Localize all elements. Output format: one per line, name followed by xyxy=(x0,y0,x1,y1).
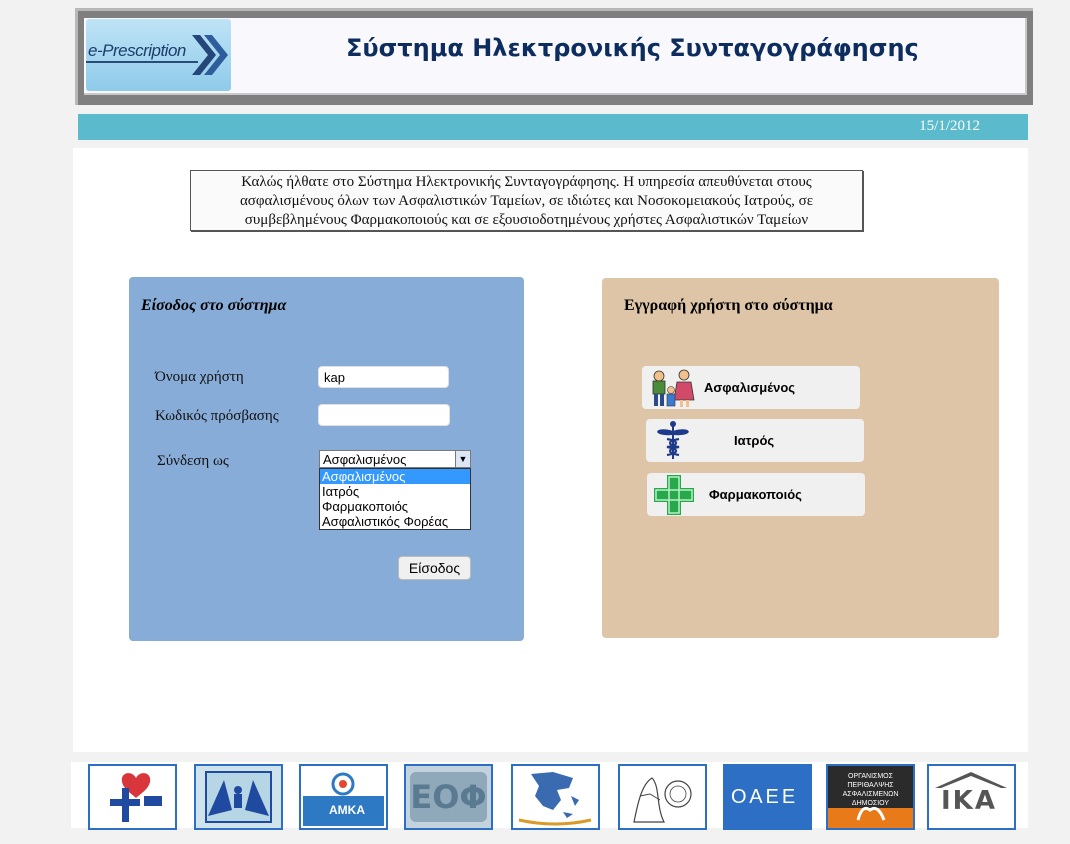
role-selected-value: Ασφαλισμένος xyxy=(323,452,407,467)
social-security-logo[interactable] xyxy=(194,764,283,830)
medical-cross-logo-icon xyxy=(110,773,162,822)
login-title: Είσοδος στο σύστημα xyxy=(141,297,287,314)
pharmacy-cross-icon xyxy=(654,475,694,515)
page-title: Σύστημα Ηλεκτρονικής Συνταγογράφησης xyxy=(346,34,919,62)
register-pharmacist-button[interactable]: Φαρμακοποιός xyxy=(647,473,865,516)
username-label: Όνομα χρήστη xyxy=(155,369,244,385)
e-prescription-logo: e-Prescription xyxy=(86,19,231,91)
register-panel: Εγγραφή χρήστη στο σύστημα Ασφαλισμένος xyxy=(602,278,999,638)
login-button[interactable]: Είσοδος xyxy=(398,556,471,580)
password-input[interactable] xyxy=(318,404,450,426)
medical-association-logo[interactable] xyxy=(511,764,600,830)
pharmacists-association-logo[interactable] xyxy=(618,764,707,830)
logo-underline xyxy=(86,61,198,63)
register-doctor-label: Ιατρός xyxy=(734,433,775,448)
oaee-logo-text: ΟΑΕΕ xyxy=(731,786,799,808)
greece-map-icon xyxy=(518,772,592,826)
role-option-doctor[interactable]: Ιατρός xyxy=(320,484,470,499)
header-inner: e-Prescription Σύστημα Ηλεκτρονικής Συντ… xyxy=(84,18,1027,95)
register-pharmacist-label: Φαρμακοποιός xyxy=(709,487,802,502)
opad-logo[interactable]: ΟΡΓΑΝΙΣΜΟΣ ΠΕΡΙΘΑΛΨΗΣ ΑΣΦΑΛΙΣΜΕΝΩΝ ΔΗΜΟΣ… xyxy=(826,764,915,830)
role-option-insurance-body[interactable]: Ασφαλιστικός Φορέας xyxy=(320,514,470,529)
eof-logo[interactable]: ΕΟΦ xyxy=(404,764,493,830)
register-doctor-button[interactable]: Ιατρός xyxy=(646,419,864,462)
header-banner: e-Prescription Σύστημα Ηλεκτρονικής Συντ… xyxy=(75,8,1033,105)
password-label: Κωδικός πρόσβασης xyxy=(155,408,279,424)
ika-logo-text: ΙΚΑ xyxy=(941,786,997,816)
family-icon xyxy=(652,369,695,407)
amka-logo-text: ΑΜΚΑ xyxy=(329,803,365,817)
role-option-insured[interactable]: Ασφαλισμένος xyxy=(320,469,470,484)
date-bar: 15/1/2012 xyxy=(78,114,1028,140)
ika-logo[interactable]: ΙΚΑ xyxy=(927,764,1016,830)
register-title: Εγγραφή χρήστη στο σύστημα xyxy=(624,297,833,314)
welcome-line: ασφαλισμένους όλων των Ασφαλιστικών Ταμε… xyxy=(239,193,814,209)
oaee-logo[interactable]: ΟΑΕΕ xyxy=(723,764,812,830)
role-dropdown-list: Ασφαλισμένος Ιατρός Φαρμακοποιός Ασφαλισ… xyxy=(319,468,471,530)
username-input[interactable]: kap xyxy=(318,366,449,388)
eof-logo-text: ΕΟΦ xyxy=(410,772,487,822)
role-label: Σύνδεση ως xyxy=(157,453,229,469)
role-option-pharmacist[interactable]: Φαρμακοποιός xyxy=(320,499,470,514)
amka-globe-icon xyxy=(303,772,384,826)
logo-text: e-Prescription xyxy=(88,41,186,60)
role-select[interactable]: Ασφαλισμένος ▼ xyxy=(319,450,471,468)
ministry-health-logo[interactable] xyxy=(88,764,177,830)
hands-icon xyxy=(856,806,886,821)
register-insured-button[interactable]: Ασφαλισμένος xyxy=(642,366,860,409)
caduceus-icon xyxy=(657,421,689,459)
login-panel: Είσοδος στο σύστημα Όνομα χρήστη kap Κωδ… xyxy=(129,277,524,641)
hands-family-logo-icon xyxy=(205,771,272,823)
amka-logo[interactable]: ΑΜΚΑ xyxy=(299,764,388,830)
classical-figure-icon xyxy=(633,777,692,823)
welcome-message: Καλώς ήλθατε στο Σύστημα Ηλεκτρονικής Συ… xyxy=(190,170,863,231)
main-panel: Καλώς ήλθατε στο Σύστημα Ηλεκτρονικής Συ… xyxy=(73,148,1028,752)
chevron-down-icon[interactable]: ▼ xyxy=(455,451,470,467)
register-insured-label: Ασφαλισμένος xyxy=(704,380,796,395)
current-date: 15/1/2012 xyxy=(919,118,980,134)
welcome-line: συμβεβλημένους Φαρμακοποιούς και σε εξου… xyxy=(244,212,809,228)
double-chevron-icon xyxy=(192,35,228,75)
footer-logos: ΑΜΚΑ ΕΟΦ ΟΑΕΕ ΟΡΓΑΝΙΣΜΟΣ ΠΕΡΙΘΑΛΨΗΣ ΑΣΦΑ… xyxy=(71,762,1028,830)
welcome-line: Καλώς ήλθατε στο Σύστημα Ηλεκτρονικής Συ… xyxy=(241,174,812,190)
